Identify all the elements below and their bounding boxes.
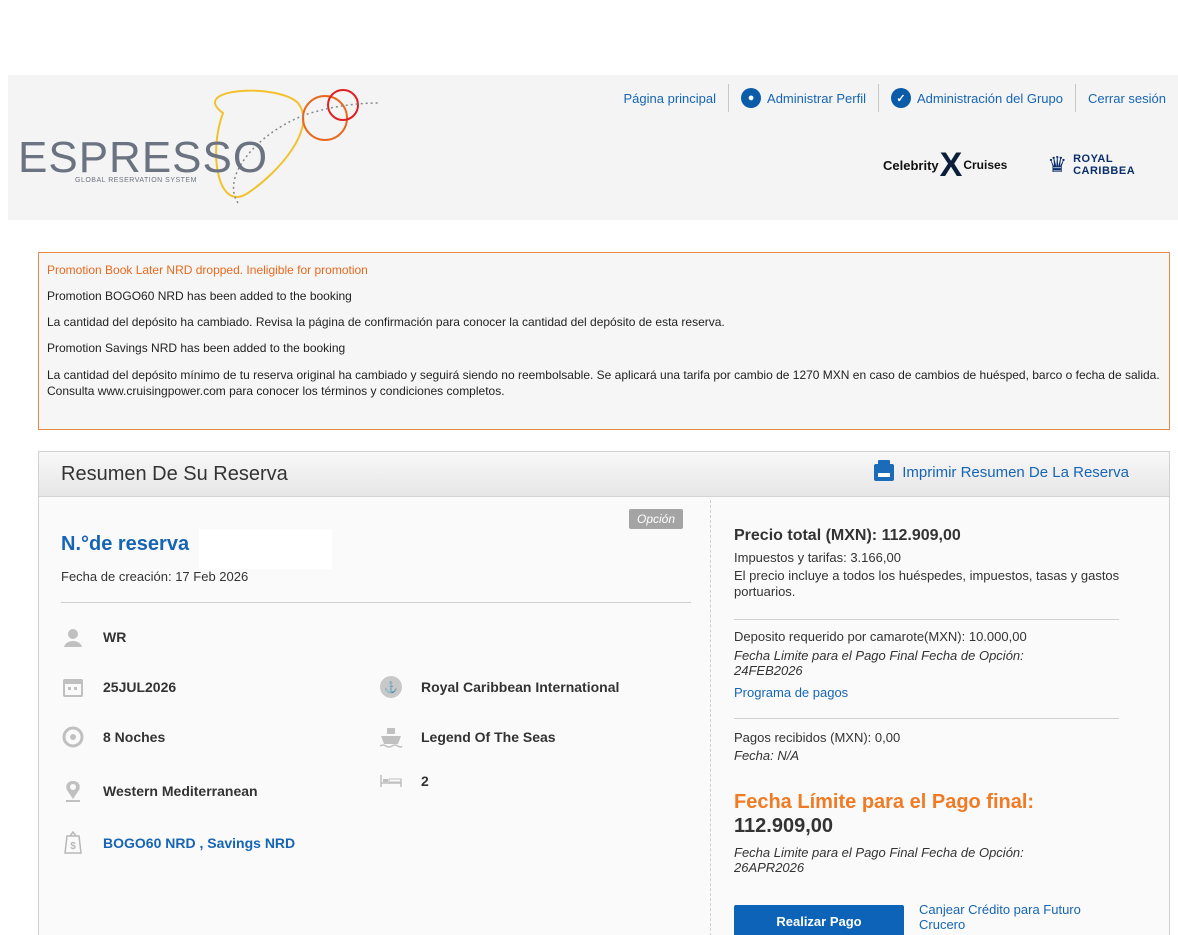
detail-cruise-line: ⚓ Royal Caribbean International: [379, 675, 619, 699]
payment-date-label: Fecha:: [734, 748, 774, 763]
svg-text:$: $: [70, 841, 76, 852]
nav-profile-label: Administrar Perfil: [767, 90, 866, 106]
reservation-details: Opción N.°de reserva Fecha de creación: …: [39, 497, 709, 935]
celebrity-text: Celebrity: [883, 157, 939, 173]
checkbox-icon: ✓: [891, 88, 911, 108]
deposit-value: 10.000,00: [968, 629, 1027, 644]
agent-icon: [61, 625, 85, 649]
final-payment-deadline: Fecha Limite para el Pago Final Fecha de…: [734, 845, 1134, 875]
bed-icon: [379, 769, 403, 793]
panel-title: Resumen De Su Reserva: [61, 463, 288, 485]
final-deadline-value: 26APR2026: [734, 860, 805, 875]
royal-text: ROYAL: [1073, 153, 1114, 165]
column-divider: [710, 500, 711, 935]
printer-icon: [874, 460, 895, 481]
svg-text:⚓: ⚓: [384, 681, 398, 694]
caribbean-text: CARIBBEA: [1073, 165, 1136, 177]
detail-ship: Legend Of The Seas: [379, 725, 556, 749]
creation-date-label: Fecha de creación:: [61, 569, 172, 584]
taxes-fees: Impuestos y tarifas: 3.166,00: [734, 550, 901, 565]
alert-box: Promotion Book Later NRD dropped. Inelig…: [38, 252, 1170, 430]
print-summary-link[interactable]: Imprimir Resumen De La Reserva: [874, 460, 1129, 481]
logo-subtitle: GLOBAL RESERVATION SYSTEM: [75, 177, 197, 184]
final-payment-title: Fecha Límite para el Pago final:: [734, 791, 1035, 813]
detail-nights: 8 Noches: [61, 725, 165, 749]
detail-promotions-value: BOGO60 NRD , Savings NRD: [103, 835, 296, 851]
final-deadline-label: Fecha Limite para el Pago Final Fecha de…: [734, 845, 1024, 860]
payments-received-label: Pagos recibidos (MXN):: [734, 730, 872, 745]
top-nav: Página principal ● Administrar Perfil ✓ Ad…: [612, 83, 1178, 113]
detail-guests-value: 2: [421, 773, 429, 789]
panel-header: Resumen De Su Reserva Imprimir Resumen D…: [39, 452, 1169, 497]
deposit-deadline-label: Fecha Limite para el Pago Final Fecha de…: [734, 648, 1024, 663]
top-band: [0, 0, 1178, 75]
print-summary-label: Imprimir Resumen De La Reserva: [902, 464, 1129, 481]
map-pin-icon: [61, 779, 85, 803]
user-icon: ●: [741, 88, 762, 108]
make-payment-button[interactable]: Realizar Pago: [734, 905, 904, 935]
deposit-deadline-value: 24FEB2026: [734, 663, 803, 678]
cruise-line-icon: ⚓: [379, 675, 403, 699]
detail-cruise-line-value: Royal Caribbean International: [421, 679, 620, 695]
detail-date: 25JUL2026: [61, 675, 176, 699]
divider: [61, 602, 691, 603]
creation-date: Fecha de creación: 17 Feb 2026: [61, 569, 248, 584]
nav-home-label: Página principal: [623, 90, 717, 106]
status-badge: Opción: [629, 509, 684, 529]
divider: [734, 619, 1119, 620]
detail-nights-value: 8 Noches: [103, 729, 166, 745]
deposit-deadline: Fecha Limite para el Pago Final Fecha de…: [734, 648, 1134, 678]
alert-message: Promotion BOGO60 NRD has been added to t…: [47, 289, 352, 303]
celebrity-cruises-logo: Celebrity X Cruises: [883, 148, 1007, 182]
divider: [734, 718, 1119, 719]
redeem-future-cruise-credit-link[interactable]: Canjear Crédito para Futuro Crucero: [919, 902, 1129, 932]
detail-guests: 2: [379, 769, 429, 793]
calendar-icon: [61, 675, 85, 699]
detail-date-value: 25JUL2026: [103, 679, 177, 695]
detail-code: WR: [61, 625, 126, 649]
reservation-number-label: N.°de reserva: [61, 533, 190, 555]
ship-icon: [379, 725, 403, 749]
royal-caribbean-logo: ♛ ROYAL CARIBBEA: [1047, 152, 1135, 178]
redacted-reservation-number: [199, 529, 332, 569]
detail-itinerary: Western Mediterranean: [61, 779, 258, 803]
payment-date-value: N/A: [777, 748, 800, 763]
nav-logout-link[interactable]: Cerrar sesión: [1076, 91, 1178, 106]
payment-date: Fecha: N/A: [734, 748, 1134, 763]
nav-home-link[interactable]: Página principal: [612, 91, 729, 106]
deposit-required: Deposito requerido por camarote(MXN): 10…: [734, 629, 1134, 644]
logo-text: ESPRESSO: [18, 133, 269, 182]
payments-received-value: 0,00: [874, 730, 901, 745]
alert-message: Promotion Book Later NRD dropped. Inelig…: [47, 263, 368, 277]
detail-itinerary-value: Western Mediterranean: [103, 783, 258, 799]
final-payment-amount: 112.909,00: [734, 815, 833, 837]
detail-code-value: WR: [103, 629, 127, 645]
alert-message: Promotion Savings NRD has been added to …: [47, 341, 346, 355]
deposit-label: Deposito requerido por camarote(MXN):: [734, 629, 966, 644]
payment-schedule-link[interactable]: Programa de pagos: [734, 685, 1134, 700]
royal-caribbean-text: ROYAL CARIBBEA: [1073, 153, 1135, 177]
nav-profile-link[interactable]: ● Administrar Perfil: [729, 88, 878, 108]
crown-anchor-icon: ♛: [1047, 152, 1068, 177]
celebrity-x-icon: X: [939, 146, 963, 184]
alert-message: La cantidad del depósito ha cambiado. Re…: [47, 315, 725, 329]
alert-message: La cantidad del depósito mínimo de tu re…: [47, 368, 1160, 398]
cruises-text: Cruises: [963, 158, 1008, 172]
nav-group-link[interactable]: ✓ Administración del Grupo: [879, 88, 1075, 108]
price-includes-note: El precio incluye a todos los huéspedes,…: [734, 568, 1120, 599]
clock-icon: [61, 725, 85, 749]
espresso-logo[interactable]: ESPRESSO GLOBAL RESERVATION SYSTEM: [18, 83, 378, 213]
nav-logout-label: Cerrar sesión: [1087, 90, 1166, 106]
detail-promotions-link[interactable]: $ BOGO60 NRD , Savings NRD: [61, 831, 295, 855]
detail-ship-value: Legend Of The Seas: [421, 729, 556, 745]
brand-logos: Celebrity X Cruises ♛ ROYAL CARIBBEA: [883, 145, 1135, 185]
header: ESPRESSO GLOBAL RESERVATION SYSTEM Págin…: [8, 75, 1178, 220]
price-tag-icon: $: [61, 831, 85, 855]
booking-summary-panel: Resumen De Su Reserva Imprimir Resumen D…: [38, 451, 1170, 935]
total-price: Precio total (MXN): 112.909,00: [734, 527, 961, 544]
pricing-summary: Precio total (MXN): 112.909,00 Impuestos…: [734, 497, 1154, 935]
nav-group-label: Administración del Grupo: [917, 90, 1063, 106]
payments-received: Pagos recibidos (MXN): 0,00: [734, 730, 1134, 745]
creation-date-value: 17 Feb 2026: [175, 569, 249, 584]
